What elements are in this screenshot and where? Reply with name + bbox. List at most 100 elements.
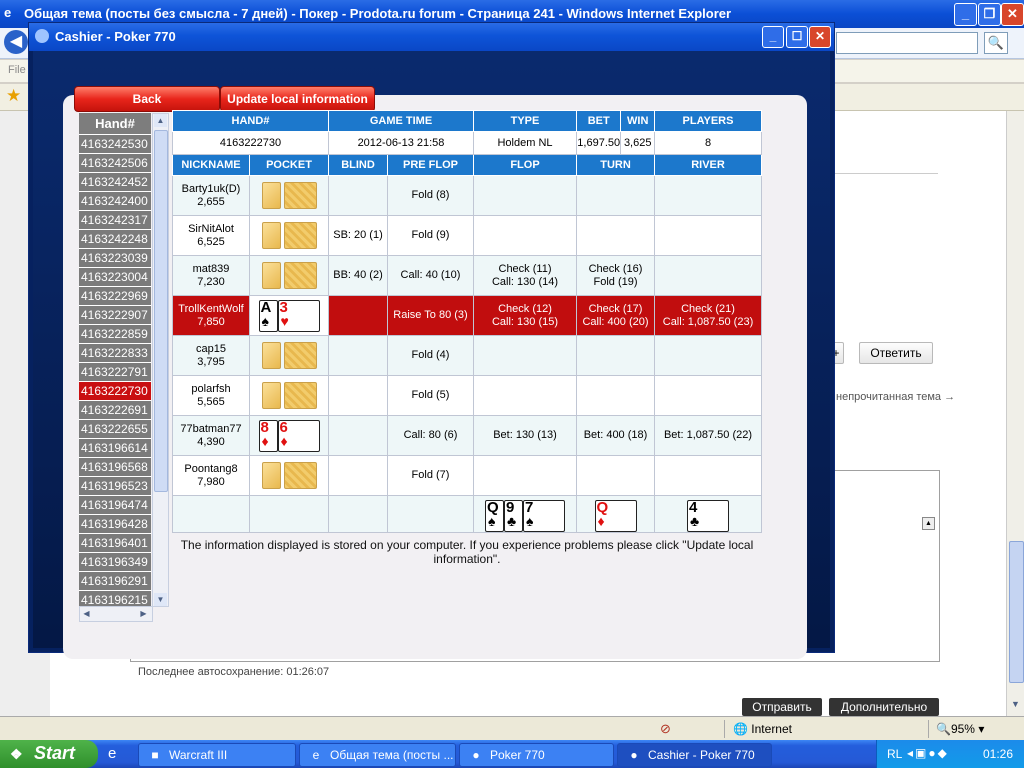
next-unread-link[interactable]: непрочитанная тема → [836,391,955,403]
hand-list-item[interactable]: 4163242506 [79,154,151,172]
playing-card: 7 ♠ [523,500,565,532]
favorites-star-icon[interactable]: ★ [6,86,21,106]
summary-game-time: 2012-06-13 21:58 [328,131,474,155]
scroll-right-icon[interactable]: ▶ [137,607,150,621]
card-suit: ♣ [690,513,700,529]
cashier-title-bar: Cashier - Poker 770 _ ☐ ✕ [29,23,834,51]
player-row[interactable]: TrollKentWolf 7,850 A ♠ 3 ♥ Raise To 80 (3) Che… [172,295,762,336]
ie-minimize-button[interactable]: _ [954,3,977,26]
player-row[interactable]: Poontang8 7,980 Fold (7) [172,455,762,496]
hand-list-item[interactable]: 4163196523 [79,477,151,495]
player-name: Barty1uk(D) [181,182,241,195]
blocked-icon[interactable]: ⊘ [660,721,671,737]
hidden-pocket-cards [261,182,317,209]
scroll-left-icon[interactable]: ◀ [80,607,93,621]
hand-list-item[interactable]: 4163242530 [79,135,151,153]
player-row[interactable]: mat839 7,230 BB: 40 (2) Call: 40 (10) Check … [172,255,762,296]
hand-list-item[interactable]: 4163242248 [79,230,151,248]
more-button[interactable]: Дополнительно [829,698,939,716]
summary-bet: 1,697.50 [577,137,621,149]
hand-list-item[interactable]: 4163222691 [79,401,151,419]
player-nickname-cell: cap15 3,795 [172,335,250,376]
hand-list-item[interactable]: 4163242452 [79,173,151,191]
player-row[interactable]: polarfsh 5,565 Fold (5) [172,375,762,416]
ie-close-button[interactable]: ✕ [1001,3,1024,26]
pocket-cards-cell [249,215,329,256]
hand-list-item[interactable]: 4163222833 [79,344,151,362]
hand-list-vscroll[interactable]: ▲ ▼ [152,113,169,607]
hand-list-item[interactable]: 4163242317 [79,211,151,229]
hand-list-item[interactable]: 4163196401 [79,534,151,552]
tray-icons[interactable]: ◂▣●◆ [907,746,949,760]
hand-list-item[interactable]: 4163223004 [79,268,151,286]
col-win: WIN [627,115,649,127]
language-indicator[interactable]: RL [887,747,902,761]
hand-list-item[interactable]: 4163223039 [79,249,151,267]
scroll-up-icon[interactable]: ▲ [922,517,935,530]
river-cell: Bet: 1,087.50 (22) [654,415,762,456]
ie-quicklaunch-icon[interactable]: e [108,745,116,762]
scrollbar-thumb[interactable] [154,130,168,492]
task-warcraft[interactable]: ■ Warcraft III [138,743,296,767]
player-name: mat839 [192,262,230,275]
ie-restore-button[interactable]: ❐ [978,3,1001,26]
task-poker770[interactable]: ● Poker 770 [459,743,614,767]
hand-list-item[interactable]: 4163196614 [79,439,151,457]
hand-list-item[interactable]: 4163222969 [79,287,151,305]
hand-list-item[interactable]: 4163196474 [79,496,151,514]
col-river: RIVER [654,154,762,176]
task-cashier[interactable]: ● Cashier - Poker 770 [617,743,772,767]
summary-type: Holdem NL [473,131,577,155]
zoom-level[interactable]: 🔍95% ▾ [936,722,984,736]
cashier-close-button[interactable]: ✕ [809,26,831,48]
hand-list-item[interactable]: 4163196349 [79,553,151,571]
river-cell: Check (21) Call: 1,087.50 (23) [654,295,762,336]
river-cell [654,215,762,256]
hand-list-hscroll[interactable]: ◀ ▶ [79,606,153,622]
scroll-down-icon[interactable]: ▼ [1009,699,1022,713]
hand-list: Hand# 4163242530 4163242506 4163242452 4163… [79,113,151,608]
task-ie-forum[interactable]: e Общая тема (посты ... [299,743,456,767]
col-game-time: GAME TIME [328,110,474,132]
player-row[interactable]: 77batman77 4,390 8 ♦ 6 ♦ Call: 80 (6) Bet: 130 … [172,415,762,456]
col-flop: FLOP [473,154,577,176]
hand-list-item[interactable]: 4163222655 [79,420,151,438]
hand-list-item[interactable]: 4163196291 [79,572,151,590]
taskbar: ❖ Start e ■ Warcraft III e Общая тема (пос… [0,740,1024,768]
player-row[interactable]: SirNitAlot 6,525 SB: 20 (1) Fold (9) [172,215,762,256]
card-suit: ♠ [261,312,269,329]
preflop-cell: Fold (9) [387,215,474,256]
reply-button[interactable]: Ответить [859,342,933,364]
hand-list-item[interactable]: 4163196428 [79,515,151,533]
player-name: polarfsh [191,382,231,395]
ie-search-icon[interactable]: 🔍 [984,32,1008,54]
internet-zone: 🌐 Internet [733,722,792,736]
summary-header-row: HAND# GAME TIME TYPE BET WIN PLAYERS [172,110,762,132]
river-cell [654,335,762,376]
scroll-down-icon[interactable]: ▼ [154,593,167,606]
player-row[interactable]: Barty1uk(D) 2,655 Fold (8) [172,175,762,216]
send-button[interactable]: Отправить [742,698,822,716]
col-pocket: POCKET [249,154,329,176]
hand-list-item[interactable]: 4163222791 [79,363,151,381]
system-tray: RL ◂▣●◆ 01:26 [876,740,1024,768]
hand-list-item[interactable]: 4163222730 [79,382,151,400]
ie-back-button[interactable]: ◀ [4,30,28,54]
hand-list-item[interactable]: 4163242400 [79,192,151,210]
ie-vertical-scrollbar[interactable]: ▼ [1006,111,1024,716]
update-local-info-button[interactable]: Update local information [220,86,375,112]
player-row[interactable]: cap15 3,795 Fold (4) [172,335,762,376]
cashier-minimize-button[interactable]: _ [762,26,784,48]
cashier-maximize-button[interactable]: ☐ [786,26,808,48]
hand-list-item[interactable]: 4163222859 [79,325,151,343]
back-button[interactable]: Back [74,86,220,112]
hand-list-item[interactable]: 4163196568 [79,458,151,476]
menu-file[interactable]: File [8,64,26,76]
start-button[interactable]: ❖ Start [0,740,98,768]
hand-list-item[interactable]: 4163222907 [79,306,151,324]
pocket-cards-cell [249,255,329,296]
ie-search-input[interactable] [836,32,978,54]
scrollbar-thumb[interactable] [1009,541,1024,683]
scroll-up-icon[interactable]: ▲ [154,114,167,127]
task-label: Cashier - Poker 770 [648,748,755,762]
